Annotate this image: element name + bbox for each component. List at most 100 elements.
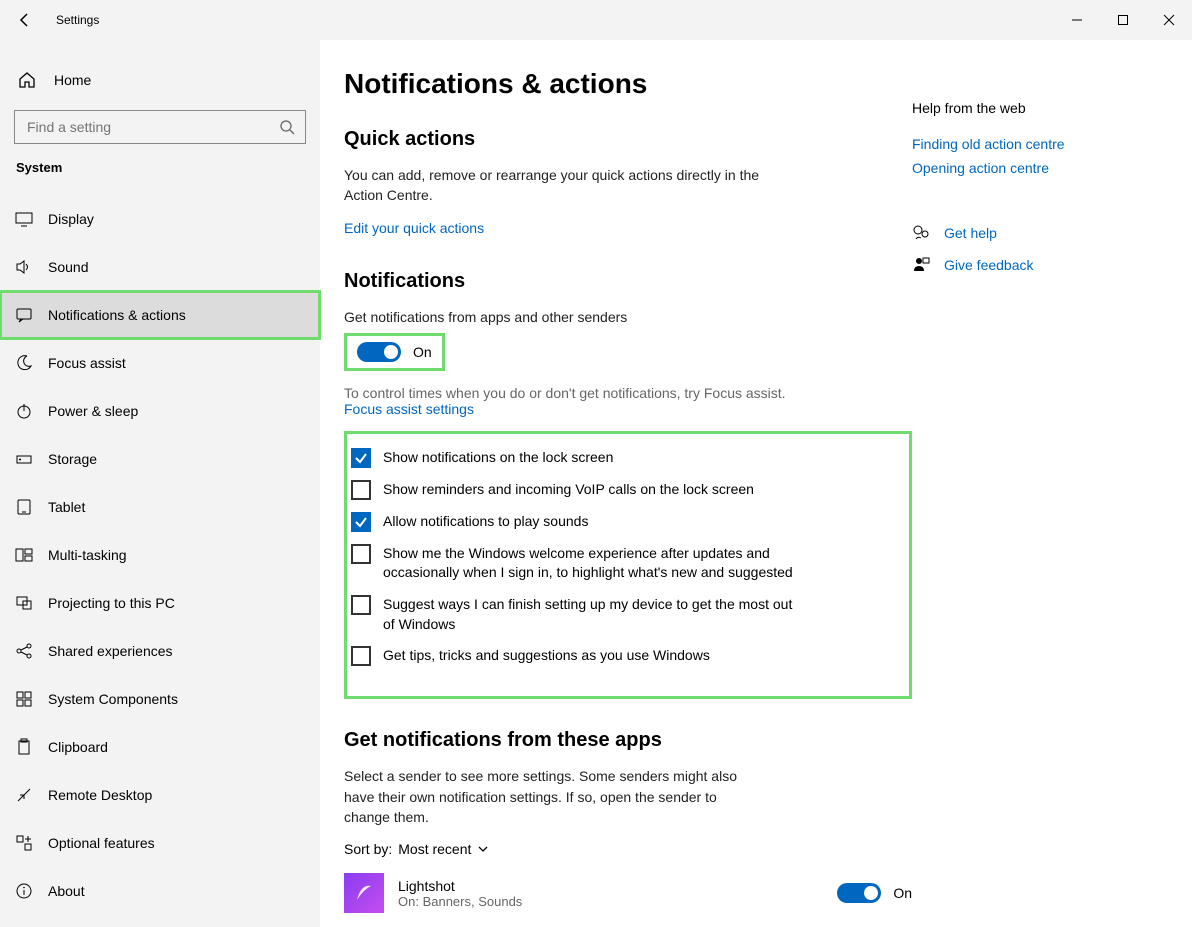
maximize-icon: [1117, 14, 1129, 26]
notifications-heading: Notifications: [344, 270, 912, 293]
window-title: Settings: [56, 13, 99, 27]
app-info: Lightshot On: Banners, Sounds: [398, 878, 623, 909]
app-sub: On: Banners, Sounds: [398, 894, 623, 909]
focus-assist-settings-link[interactable]: Focus assist settings: [344, 401, 474, 417]
sidebar-item-notifications[interactable]: Notifications & actions: [0, 291, 320, 339]
app-sender-row[interactable]: Lightshot On: Banners, Sounds On: [344, 873, 912, 913]
notification-option-5[interactable]: Get tips, tricks and suggestions as you …: [351, 646, 891, 666]
notifications-toggle-label: Get notifications from apps and other se…: [344, 307, 764, 327]
checkbox-label: Suggest ways I can finish setting up my …: [383, 595, 803, 634]
help-column: Help from the web Finding old action cen…: [912, 60, 1172, 927]
sidebar-item-shared-exp[interactable]: Shared experiences: [0, 627, 320, 675]
edit-quick-actions-link[interactable]: Edit your quick actions: [344, 220, 484, 236]
sidebar-home[interactable]: Home: [0, 60, 320, 100]
sidebar-item-projecting[interactable]: Projecting to this PC: [0, 579, 320, 627]
app-toggle[interactable]: [837, 883, 881, 903]
remote-icon: [14, 785, 34, 805]
checkbox[interactable]: [351, 646, 371, 666]
page-title: Notifications & actions: [344, 68, 912, 100]
project-icon: [14, 593, 34, 613]
checkbox[interactable]: [351, 544, 371, 564]
minimize-icon: [1071, 14, 1083, 26]
back-button[interactable]: [0, 0, 50, 40]
display-icon: [14, 209, 34, 229]
sidebar-item-optional-features[interactable]: Optional features: [0, 819, 320, 867]
sidebar-item-label: Sound: [48, 259, 88, 275]
notifications-toggle[interactable]: [357, 342, 401, 362]
sidebar-item-label: Storage: [48, 451, 97, 467]
search-field[interactable]: [25, 118, 279, 136]
sidebar-item-tablet[interactable]: Tablet: [0, 483, 320, 531]
sidebar-item-power-sleep[interactable]: Power & sleep: [0, 387, 320, 435]
checkbox[interactable]: [351, 448, 371, 468]
chevron-down-icon: [477, 843, 489, 855]
sort-prefix: Sort by:: [344, 841, 392, 857]
checkbox-label: Show notifications on the lock screen: [383, 448, 613, 468]
share-icon: [14, 641, 34, 661]
maximize-button[interactable]: [1100, 0, 1146, 40]
notifications-master-toggle-row: On: [344, 333, 445, 371]
sidebar-item-focus-assist[interactable]: Focus assist: [0, 339, 320, 387]
sidebar-item-multitasking[interactable]: Multi-tasking: [0, 531, 320, 579]
sidebar-item-sound[interactable]: Sound: [0, 243, 320, 291]
checkbox[interactable]: [351, 512, 371, 532]
help-heading: Help from the web: [912, 100, 1172, 116]
sidebar-item-storage[interactable]: Storage: [0, 435, 320, 483]
sidebar-item-label: Tablet: [48, 499, 85, 515]
notification-option-4[interactable]: Suggest ways I can finish setting up my …: [351, 595, 891, 634]
title-bar: Settings: [0, 0, 1192, 40]
power-icon: [14, 401, 34, 421]
apps-desc: Select a sender to see more settings. So…: [344, 766, 764, 827]
sidebar-item-label: Shared experiences: [48, 643, 173, 659]
sidebar-item-label: Multi-tasking: [48, 547, 127, 563]
minimize-button[interactable]: [1054, 0, 1100, 40]
sidebar-item-label: Optional features: [48, 835, 155, 851]
components-icon: [14, 689, 34, 709]
sidebar-group-system: System: [0, 160, 320, 175]
give-feedback-link[interactable]: Give feedback: [912, 256, 1172, 274]
sort-by-dropdown[interactable]: Sort by: Most recent: [344, 841, 912, 857]
arrow-left-icon: [17, 12, 33, 28]
home-icon: [18, 71, 36, 89]
content-column: Notifications & actions Quick actions Yo…: [344, 60, 912, 927]
give-feedback-label: Give feedback: [944, 257, 1034, 273]
notification-option-1[interactable]: Show reminders and incoming VoIP calls o…: [351, 480, 891, 500]
focus-assist-hint: To control times when you do or don't ge…: [344, 385, 912, 401]
sidebar-item-label: Clipboard: [48, 739, 108, 755]
checkbox[interactable]: [351, 595, 371, 615]
app-name: Lightshot: [398, 878, 623, 894]
clipboard-icon: [14, 737, 34, 757]
checkbox[interactable]: [351, 480, 371, 500]
moon-icon: [14, 353, 34, 373]
sort-value: Most recent: [398, 841, 471, 857]
get-help-link[interactable]: Get help: [912, 224, 1172, 242]
sidebar-item-display[interactable]: Display: [0, 195, 320, 243]
checkbox-label: Show reminders and incoming VoIP calls o…: [383, 480, 754, 500]
sidebar-item-label: About: [48, 883, 85, 899]
notification-option-3[interactable]: Show me the Windows welcome experience a…: [351, 544, 891, 583]
notification-option-2[interactable]: Allow notifications to play sounds: [351, 512, 891, 532]
search-input[interactable]: [14, 110, 306, 144]
apps-heading: Get notifications from these apps: [344, 729, 912, 752]
sidebar-item-label: Notifications & actions: [48, 307, 186, 323]
help-icon: [912, 224, 930, 242]
multitask-icon: [14, 545, 34, 565]
sidebar: Home System Display Sound Notifications …: [0, 40, 320, 927]
app-toggle-state: On: [893, 885, 912, 901]
sidebar-item-label: Focus assist: [48, 355, 126, 371]
close-button[interactable]: [1146, 0, 1192, 40]
storage-icon: [14, 449, 34, 469]
notification-option-0[interactable]: Show notifications on the lock screen: [351, 448, 891, 468]
sidebar-item-system-components[interactable]: System Components: [0, 675, 320, 723]
sidebar-item-label: System Components: [48, 691, 178, 707]
help-link-open-action-centre[interactable]: Opening action centre: [912, 160, 1172, 176]
sidebar-item-remote-desktop[interactable]: Remote Desktop: [0, 771, 320, 819]
checkbox-label: Get tips, tricks and suggestions as you …: [383, 646, 710, 666]
sidebar-item-label: Display: [48, 211, 94, 227]
help-link-old-action-centre[interactable]: Finding old action centre: [912, 136, 1172, 152]
sidebar-item-clipboard[interactable]: Clipboard: [0, 723, 320, 771]
feedback-icon: [912, 256, 930, 274]
sidebar-item-about[interactable]: About: [0, 867, 320, 915]
notifications-icon: [14, 305, 34, 325]
sidebar-item-label: Remote Desktop: [48, 787, 152, 803]
